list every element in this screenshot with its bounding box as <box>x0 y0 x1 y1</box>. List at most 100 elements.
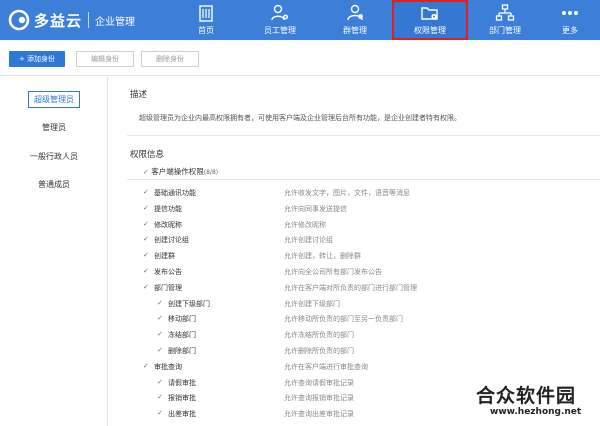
group-count: (8/8) <box>203 169 219 176</box>
permission-name: 修改昵称 <box>154 220 182 229</box>
delete-identity-button[interactable]: 删除身份 <box>141 51 199 67</box>
folder-key-icon <box>421 7 438 20</box>
permission-description: 允许向同事发送提信 <box>284 204 347 213</box>
sidebar-item-super-admin[interactable]: 超级管理员 <box>0 91 108 108</box>
permission-row: ✓ 修改昵称 允许修改昵称 <box>109 220 600 233</box>
sidebar-item-admin[interactable]: 管理员 <box>0 122 108 133</box>
description-title: 描述 <box>130 90 148 100</box>
check-icon[interactable]: ✓ <box>143 362 149 370</box>
more-dots-icon <box>562 11 578 15</box>
permission-row: ✓ 提信功能 允许向同事发送提信 <box>109 204 600 217</box>
sidebar-item-label: 超级管理员 <box>28 91 80 108</box>
app-logo[interactable]: 多益云 企业管理 <box>8 7 135 33</box>
logo-divider <box>88 12 90 28</box>
permission-name: 审批查询 <box>154 362 182 371</box>
permission-name: 提信功能 <box>154 204 182 213</box>
permission-description: 允许创建下级部门 <box>284 299 340 308</box>
check-icon[interactable]: ✓ <box>143 235 149 243</box>
permission-row: ✓ 删除部门 允许删除所负责的部门 <box>109 346 600 359</box>
permission-row: ✓ 部门管理 允许在客户端对所负责的部门进行部门管理 <box>109 283 600 296</box>
check-icon[interactable]: ✓ <box>157 299 163 307</box>
check-icon[interactable]: ✓ <box>157 393 163 401</box>
nav-permission-management[interactable]: 权限管理 <box>392 0 468 40</box>
permission-name: 冻结部门 <box>168 331 196 340</box>
check-icon[interactable]: ✓ <box>157 378 163 386</box>
permission-row: ✓ 审批查询 允许在客户端进行审批查询 <box>109 362 600 375</box>
permission-name: 创建群 <box>154 252 175 261</box>
section-divider <box>127 135 600 136</box>
nav-department-management[interactable]: 部门管理 <box>467 0 543 40</box>
cloud-logo-icon <box>8 9 30 31</box>
permission-info-title: 权限信息 <box>130 150 165 160</box>
permission-name: 部门管理 <box>154 283 182 292</box>
permission-description: 允许创建，转让，删除群 <box>284 252 361 261</box>
permission-description: 允许在客户端对所负责的部门进行部门管理 <box>284 283 417 292</box>
client-permission-group[interactable]: ✓ 客户端操作权限(8/8) <box>143 166 218 177</box>
permission-name: 请假审批 <box>168 378 196 387</box>
permission-description: 允许查询报销审批记录 <box>284 394 354 403</box>
sidebar-item-member[interactable]: 普通成员 <box>0 179 108 190</box>
edit-identity-button[interactable]: 编辑身份 <box>76 51 134 67</box>
nav-home[interactable]: 首页 <box>168 0 244 40</box>
sidebar-item-label: 一般行政人员 <box>30 152 78 161</box>
action-toolbar: + 添加身份 编辑身份 删除身份 <box>0 40 600 76</box>
check-icon: ✓ <box>143 168 149 176</box>
permission-description: 允许收发文字，图片，文件，语音等消息 <box>284 189 410 197</box>
permission-name: 基础通讯功能 <box>154 189 196 197</box>
permission-name: 移动部门 <box>168 315 196 324</box>
permission-description: 允许查询请假审批记录 <box>284 378 354 387</box>
permission-row: ✓ 创建讨论组 允许创建讨论组 <box>109 235 600 248</box>
permission-name: 出差审批 <box>168 410 196 419</box>
sidebar-item-general-staff[interactable]: 一般行政人员 <box>0 151 108 162</box>
user-gear-icon <box>271 4 288 21</box>
group-icon <box>347 4 363 21</box>
permission-row: ✓ 发布公告 允许向全公司所有部门发布公告 <box>109 267 600 280</box>
group-divider <box>127 179 600 180</box>
permission-row: ✓ 基础通讯功能 允许收发文字，图片，文件，语音等消息 <box>109 188 600 201</box>
watermark-title: 合众软件园 <box>476 385 577 407</box>
check-icon[interactable]: ✓ <box>143 188 149 196</box>
sidebar-item-label: 普通成员 <box>38 180 70 189</box>
check-icon[interactable]: ✓ <box>157 346 163 354</box>
permission-row: ✓ 创建下级部门 允许创建下级部门 <box>109 299 600 312</box>
nav-staff-label: 员工管理 <box>264 26 296 35</box>
org-chart-icon <box>495 4 515 21</box>
permission-row: ✓ 移动部门 允许移动所负责的部门至另一负责部门 <box>109 314 600 327</box>
permission-description: 允许删除所负责的部门 <box>284 347 354 355</box>
permission-description: 允许创建讨论组 <box>284 236 333 245</box>
permission-row: ✓ 创建群 允许创建，转让，删除群 <box>109 251 600 264</box>
permission-description: 允许向全公司所有部门发布公告 <box>284 268 382 276</box>
group-label: 客户端操作权限 <box>151 167 204 176</box>
nav-staff-management[interactable]: 员工管理 <box>242 0 318 40</box>
nav-more-label: 更多 <box>562 26 578 35</box>
permission-name: 创建讨论组 <box>154 236 189 245</box>
check-icon[interactable]: ✓ <box>157 330 163 338</box>
permission-description: 允许冻结所负责的部门 <box>284 331 354 340</box>
check-icon[interactable]: ✓ <box>143 283 149 291</box>
building-icon <box>199 5 213 22</box>
nav-home-label: 首页 <box>198 26 214 35</box>
role-description: 超级管理员为企业内最高权限拥有者，可使用客户端及企业管理后台所有功能，是企业创建… <box>139 114 461 122</box>
check-icon[interactable]: ✓ <box>143 267 149 275</box>
check-icon[interactable]: ✓ <box>143 251 149 259</box>
role-sidebar: 超级管理员 管理员 一般行政人员 普通成员 <box>0 77 108 426</box>
watermark-url: www.hezhong.net <box>490 407 582 417</box>
check-icon[interactable]: ✓ <box>157 314 163 322</box>
check-icon[interactable]: ✓ <box>157 409 163 417</box>
nav-more[interactable]: 更多 <box>540 0 600 40</box>
permission-detail-panel: 描述 超级管理员为企业内最高权限拥有者，可使用客户端及企业管理后台所有功能，是企… <box>109 77 600 426</box>
nav-group-management[interactable]: 群管理 <box>317 0 393 40</box>
permission-name: 创建下级部门 <box>168 299 210 308</box>
sidebar-item-label: 管理员 <box>42 123 66 132</box>
permission-description: 允许在客户端进行审批查询 <box>284 362 368 371</box>
permission-description: 允许查询出差审批记录 <box>284 410 354 419</box>
top-nav-bar: 多益云 企业管理 首页 员工管理 群管理 权限管理 部门管理 更多 <box>0 0 600 40</box>
app-name: 多益云 <box>34 11 83 30</box>
add-identity-button[interactable]: + 添加身份 <box>9 51 65 67</box>
permission-description: 允许修改昵称 <box>284 220 326 229</box>
permission-name: 发布公告 <box>154 268 182 276</box>
permission-name: 报销审批 <box>168 394 196 403</box>
check-icon[interactable]: ✓ <box>143 204 149 212</box>
check-icon[interactable]: ✓ <box>143 220 149 228</box>
app-subtitle: 企业管理 <box>95 16 136 28</box>
